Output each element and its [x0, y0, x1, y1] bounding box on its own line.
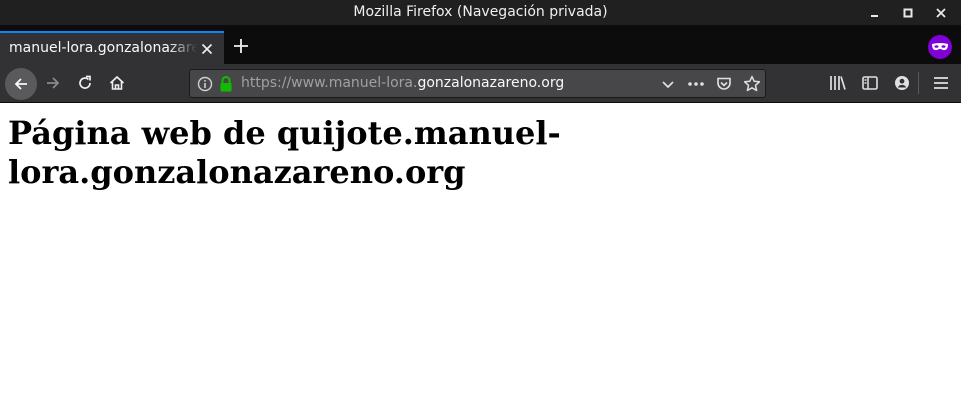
- toolbar-separator: [918, 72, 919, 94]
- url-dropdown-button[interactable]: [658, 74, 678, 94]
- url-text[interactable]: https://www.manuel-lora.gonzalonazareno.…: [241, 70, 564, 97]
- account-button[interactable]: [890, 71, 914, 95]
- private-browsing-indicator: [928, 35, 952, 59]
- maximize-icon: [903, 8, 913, 17]
- close-window-button[interactable]: [926, 0, 956, 25]
- minimize-button[interactable]: [860, 0, 890, 25]
- page-content: Página web de quijote.manuel-lora.gonzal…: [0, 103, 961, 409]
- back-button[interactable]: [5, 68, 37, 100]
- forward-arrow-icon: [47, 77, 60, 89]
- url-bar[interactable]: https://www.manuel-lora.gonzalonazareno.…: [189, 69, 766, 98]
- sidebar-button[interactable]: [858, 71, 882, 95]
- more-dots-icon: [688, 82, 704, 86]
- lock-icon[interactable]: [218, 75, 234, 93]
- tab-close-button[interactable]: [198, 40, 216, 58]
- pocket-icon: [717, 77, 731, 90]
- private-browsing-icon: [932, 43, 948, 51]
- tab-active[interactable]: manuel-lora.gonzalonazareno.org: [0, 31, 224, 64]
- new-tab-button[interactable]: [228, 33, 254, 59]
- home-button[interactable]: [103, 69, 131, 97]
- account-icon: [895, 76, 909, 90]
- url-host: gonzalonazareno.org: [417, 75, 565, 91]
- home-icon: [109, 75, 125, 90]
- forward-button[interactable]: [39, 69, 67, 97]
- page-heading: Página web de quijote.manuel-lora.gonzal…: [8, 114, 561, 191]
- library-icon: [830, 76, 846, 90]
- hamburger-menu-icon: [934, 77, 948, 89]
- pocket-button[interactable]: [714, 74, 734, 94]
- open-menu-button[interactable]: [929, 71, 953, 95]
- tab-close-icon: [201, 43, 213, 55]
- navigation-toolbar: https://www.manuel-lora.gonzalonazareno.…: [0, 64, 961, 103]
- reload-icon: [79, 75, 91, 89]
- window-title: Mozilla Firefox (Navegación privada): [353, 4, 608, 20]
- reload-button[interactable]: [71, 69, 99, 97]
- bookmark-star-button[interactable]: [742, 74, 762, 94]
- maximize-button[interactable]: [893, 0, 923, 25]
- url-prefix: https://www.manuel-lora.: [241, 75, 418, 91]
- minimize-icon: [871, 14, 878, 17]
- window-titlebar: Mozilla Firefox (Navegación privada): [0, 0, 961, 25]
- plus-icon: [234, 39, 248, 53]
- info-icon[interactable]: [197, 76, 213, 92]
- page-actions-button[interactable]: [686, 74, 706, 94]
- chevron-down-icon: [662, 81, 674, 89]
- library-button[interactable]: [826, 71, 850, 95]
- back-arrow-icon: [14, 78, 27, 90]
- tab-label: manuel-lora.gonzalonazareno.org: [9, 40, 197, 56]
- close-icon: [936, 7, 946, 18]
- sidebar-icon: [862, 76, 878, 90]
- star-icon: [743, 75, 761, 92]
